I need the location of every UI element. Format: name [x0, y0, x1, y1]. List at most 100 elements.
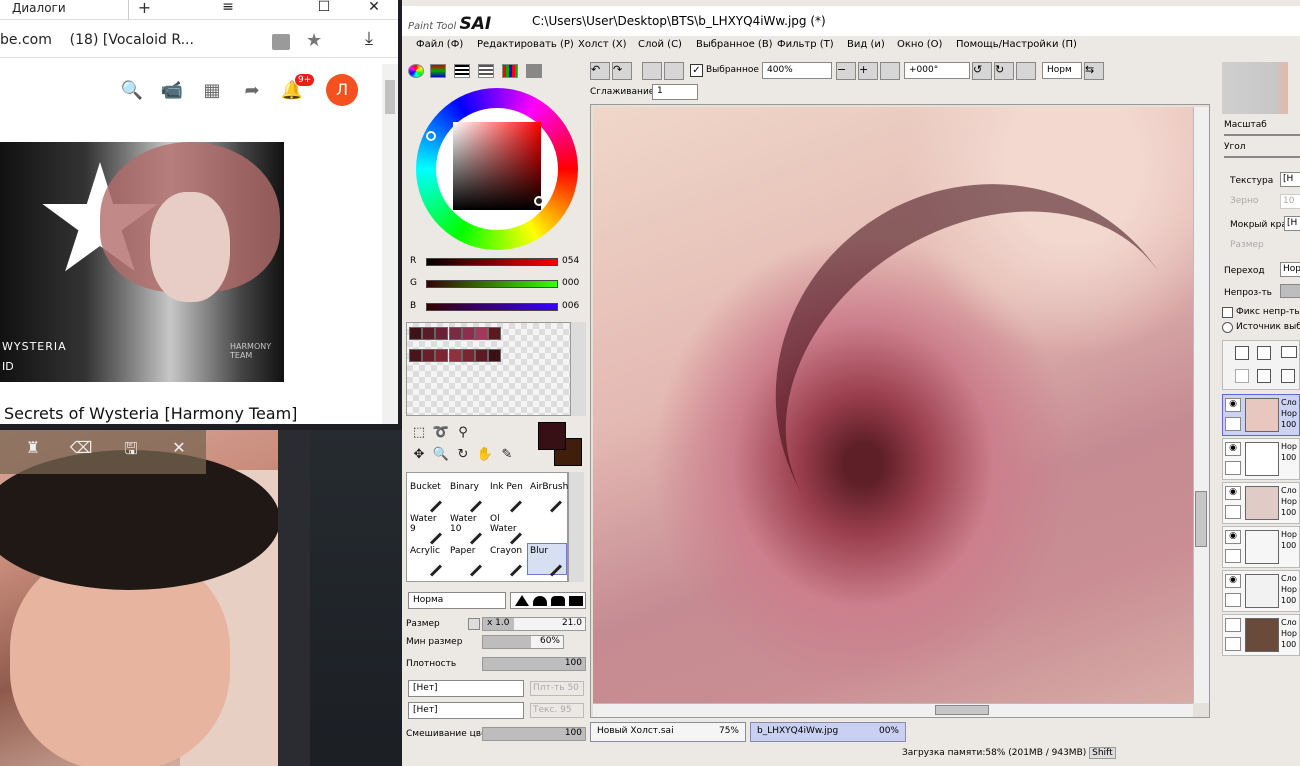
hsv-slider-mode-icon[interactable]	[454, 64, 470, 78]
brush-slot[interactable]: Bucket	[407, 479, 447, 513]
brush-texture-dropdown[interactable]: [Нет]	[408, 702, 524, 719]
menu-filter[interactable]: Фильтр (Т)	[777, 39, 834, 50]
zoom-select[interactable]: 400%	[762, 62, 832, 79]
redo-icon[interactable]: ↷	[612, 62, 632, 80]
mixer-mode-icon[interactable]	[478, 64, 494, 78]
green-slider[interactable]	[426, 280, 558, 288]
eye-icon[interactable]: ◉	[1225, 486, 1241, 500]
size-multiplier-button[interactable]	[468, 618, 480, 630]
brush-slot[interactable]: Acrylic	[407, 543, 447, 577]
move-icon[interactable]: ✥	[410, 446, 428, 464]
brush-slot[interactable]: Blur	[527, 543, 567, 577]
canvas-horizontal-scrollbar[interactable]	[593, 703, 1193, 717]
menu-button[interactable]: ≡	[210, 0, 246, 20]
color-swatch[interactable]	[448, 327, 462, 340]
color-swatch[interactable]	[475, 327, 488, 340]
selection-checkbox[interactable]: ✓	[690, 64, 703, 77]
transition-select[interactable]: Нор	[1280, 262, 1300, 277]
color-swatch[interactable]	[435, 349, 449, 362]
color-swatch[interactable]	[461, 327, 475, 340]
color-swatch[interactable]	[488, 349, 502, 362]
layer-item[interactable]: ◉ Сло Нор 100	[1222, 482, 1300, 524]
menu-view[interactable]: Вид (и)	[847, 39, 885, 50]
brush-slot[interactable]: Paper	[447, 543, 487, 577]
doc-tab-active[interactable]: b_LHXYQ4iWw.jpg 00%	[750, 722, 906, 742]
canvas-vertical-scrollbar[interactable]	[1193, 107, 1209, 703]
rotate-reset-icon[interactable]	[1016, 62, 1036, 80]
browser-scrollbar[interactable]	[382, 64, 398, 424]
color-swatch[interactable]	[475, 349, 488, 362]
color-swatch[interactable]	[422, 327, 436, 340]
eye-icon[interactable]: ◉	[1225, 530, 1241, 544]
avatar[interactable]: Л	[326, 74, 358, 106]
brush-shape-dropdown[interactable]: [Нет]	[408, 680, 524, 697]
density-slider[interactable]: 100	[482, 657, 586, 671]
zoom-out-icon[interactable]: −	[836, 62, 856, 80]
merge-down-icon[interactable]	[1257, 369, 1271, 383]
new-folder-icon[interactable]	[1281, 346, 1297, 358]
shape-triangle-icon[interactable]	[515, 595, 529, 606]
angle-select[interactable]: +000°	[904, 62, 970, 79]
shape-soft-icon[interactable]	[551, 596, 565, 606]
hidden-eye-icon[interactable]	[1225, 618, 1241, 632]
color-swatch[interactable]	[409, 327, 422, 340]
eye-icon[interactable]: ◉	[1225, 398, 1241, 412]
menu-help[interactable]: Помощь/Настройки (П)	[956, 39, 1077, 50]
video-thumbnail[interactable]: WYSTERIA ID HARMONY TEAM	[0, 142, 284, 382]
texture-select[interactable]: [Н	[1280, 172, 1300, 187]
restore-button[interactable]: ☐	[306, 0, 342, 20]
rotate-left-icon[interactable]: ↺	[972, 62, 992, 80]
blue-slider[interactable]	[426, 303, 558, 311]
eyedropper-icon[interactable]: ✎	[498, 446, 516, 464]
color-swatch[interactable]	[448, 349, 462, 362]
brush-icon[interactable]: ♜	[18, 438, 48, 457]
swatch-mode-icon[interactable]	[502, 64, 518, 78]
rgb-slider-mode-icon[interactable]	[430, 64, 446, 78]
color-swatch[interactable]	[422, 349, 436, 362]
flip-icon[interactable]: ⇆	[1084, 62, 1104, 80]
color-swatch[interactable]	[409, 349, 422, 362]
camera-icon[interactable]: 📹	[160, 80, 184, 101]
saturation-value-square[interactable]	[453, 122, 541, 210]
browser-tab[interactable]: Диалоги	[0, 0, 128, 20]
layer-lock-box[interactable]	[1225, 549, 1241, 563]
brush-slot[interactable]: Ink Pen	[487, 479, 527, 513]
url-text[interactable]: be.com (18) [Vocaloid R...	[0, 32, 194, 48]
canvas-vertical-thumb[interactable]	[1195, 491, 1207, 547]
brush-slot[interactable]: AirBrush	[527, 479, 568, 513]
address-bar[interactable]: be.com (18) [Vocaloid R... ★ ⤓	[0, 26, 398, 58]
zoom-reset-icon[interactable]	[880, 62, 900, 80]
layer-item[interactable]: ◉ Сло Нор 100	[1222, 394, 1300, 436]
shape-round-icon[interactable]	[533, 596, 547, 606]
hue-picker-marker[interactable]	[426, 131, 436, 141]
navigator-preview[interactable]	[1222, 62, 1288, 114]
canvas-horizontal-thumb[interactable]	[935, 705, 989, 715]
brush-scrollbar[interactable]	[568, 472, 584, 582]
sv-picker-marker[interactable]	[534, 196, 544, 206]
blend-mode-select[interactable]: Норм	[1042, 62, 1082, 79]
zoom-icon[interactable]: 🔍	[432, 446, 450, 464]
new-tab-button[interactable]: +	[128, 0, 160, 20]
brush-slot[interactable]: Crayon	[487, 543, 527, 577]
eraser-icon[interactable]: ⌫	[66, 438, 96, 457]
brush-slot[interactable]	[527, 511, 567, 543]
menu-layer[interactable]: Слой (С)	[638, 39, 682, 50]
search-icon[interactable]: 🔍	[120, 80, 144, 101]
scale-slider[interactable]	[1224, 134, 1300, 136]
smoothing-select[interactable]: 1	[652, 84, 698, 100]
rotate-icon[interactable]: ↻	[454, 446, 472, 464]
star-icon[interactable]: ★	[306, 30, 322, 51]
download-icon[interactable]: ⤓	[365, 28, 373, 49]
menu-selection[interactable]: Выбранное (В)	[696, 39, 773, 50]
layer-item[interactable]: ◉ Нор 100	[1222, 438, 1300, 480]
layer-lock-box[interactable]	[1225, 505, 1241, 519]
new-layer-icon[interactable]	[1235, 346, 1249, 360]
zoom-in-icon[interactable]: +	[858, 62, 878, 80]
swatch-palette[interactable]	[406, 322, 586, 416]
scratchpad-mode-icon[interactable]	[526, 64, 542, 78]
swatch-scrollbar[interactable]	[570, 322, 586, 416]
color-swatch[interactable]	[435, 327, 449, 340]
apps-icon[interactable]: ▦	[200, 80, 224, 101]
color-swatch[interactable]	[461, 349, 475, 362]
layer-item[interactable]: Сло Нор 100	[1222, 614, 1300, 656]
